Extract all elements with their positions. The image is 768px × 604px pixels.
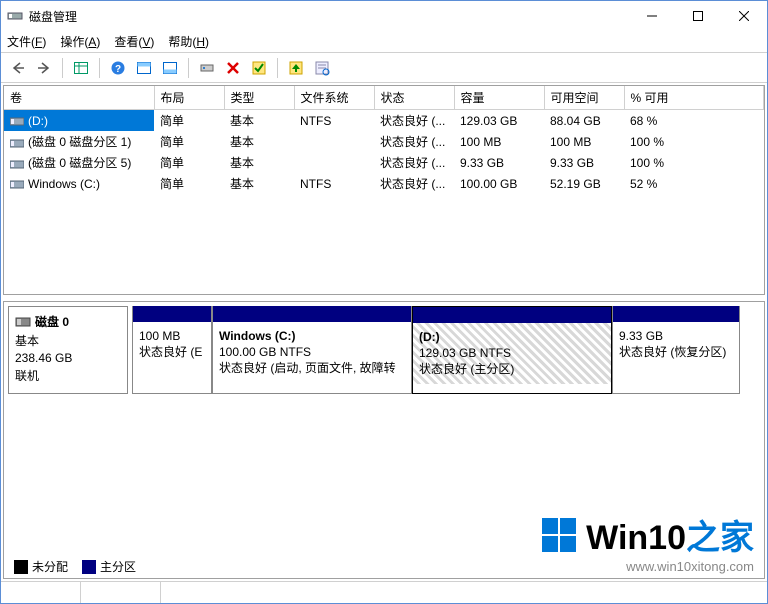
maximize-button[interactable] xyxy=(675,1,721,31)
menu-help[interactable]: 帮助(H) xyxy=(168,33,209,50)
window: 磁盘管理 文件(F) 操作(A) 查看(V) 帮助(H) ? xyxy=(0,0,768,604)
col-volume[interactable]: 卷 xyxy=(4,86,154,110)
col-free[interactable]: 可用空间 xyxy=(544,86,624,110)
disk-label: 磁盘 0 xyxy=(35,313,69,330)
table-row[interactable]: (D:)简单基本NTFS状态良好 (...129.03 GB88.04 GB68… xyxy=(4,110,764,132)
partition[interactable]: 100 MB状态良好 (E xyxy=(132,306,212,394)
help-button[interactable]: ? xyxy=(107,57,129,79)
view-bottom-button[interactable] xyxy=(159,57,181,79)
legend: 未分配 主分区 xyxy=(4,554,764,578)
forward-button[interactable] xyxy=(33,57,55,79)
partition[interactable]: Windows (C:)100.00 GB NTFS状态良好 (启动, 页面文件… xyxy=(212,306,412,394)
legend-swatch-unallocated xyxy=(14,560,28,574)
column-headers: 卷 布局 类型 文件系统 状态 容量 可用空间 % 可用 xyxy=(4,86,764,110)
table-row[interactable]: (磁盘 0 磁盘分区 5)简单基本状态良好 (...9.33 GB9.33 GB… xyxy=(4,152,764,173)
view-list-button[interactable] xyxy=(70,57,92,79)
partition-size: 129.03 GB NTFS xyxy=(419,345,605,361)
back-button[interactable] xyxy=(7,57,29,79)
drive-icon xyxy=(10,178,24,190)
legend-swatch-primary xyxy=(82,560,96,574)
menu-view[interactable]: 查看(V) xyxy=(114,33,154,50)
delete-button[interactable] xyxy=(222,57,244,79)
partition-status: 状态良好 (E xyxy=(139,344,205,360)
partition-header-bar xyxy=(213,306,411,322)
table-row[interactable]: (磁盘 0 磁盘分区 1)简单基本状态良好 (...100 MB100 MB10… xyxy=(4,131,764,152)
properties-button[interactable] xyxy=(311,57,333,79)
minimize-button[interactable] xyxy=(629,1,675,31)
menubar: 文件(F) 操作(A) 查看(V) 帮助(H) xyxy=(1,31,767,53)
legend-unallocated: 未分配 xyxy=(32,560,68,574)
table-row[interactable]: Windows (C:)简单基本NTFS状态良好 (...100.00 GB52… xyxy=(4,173,764,194)
partition-status: 状态良好 (主分区) xyxy=(419,361,605,377)
app-icon xyxy=(7,8,23,24)
disk-status: 联机 xyxy=(15,367,121,384)
drive-icon xyxy=(10,115,24,127)
svg-text:?: ? xyxy=(115,64,121,75)
settings-icon[interactable] xyxy=(196,57,218,79)
col-pct[interactable]: % 可用 xyxy=(624,86,764,110)
partition-status: 状态良好 (恢复分区) xyxy=(619,344,733,360)
view-top-button[interactable] xyxy=(133,57,155,79)
partition[interactable]: (D:)129.03 GB NTFS状态良好 (主分区) xyxy=(412,306,612,394)
statusbar xyxy=(1,581,767,603)
titlebar[interactable]: 磁盘管理 xyxy=(1,1,767,31)
disk-header[interactable]: 磁盘 0 基本 238.46 GB 联机 xyxy=(8,306,128,394)
partition-size: 9.33 GB xyxy=(619,328,733,344)
menu-action[interactable]: 操作(A) xyxy=(60,33,100,50)
legend-primary: 主分区 xyxy=(100,560,136,574)
partition[interactable]: 9.33 GB状态良好 (恢复分区) xyxy=(612,306,740,394)
col-capacity[interactable]: 容量 xyxy=(454,86,544,110)
partition-size: 100.00 GB NTFS xyxy=(219,344,405,360)
menu-file[interactable]: 文件(F) xyxy=(7,33,46,50)
disk-size: 238.46 GB xyxy=(15,351,121,365)
up-button[interactable] xyxy=(285,57,307,79)
volume-list[interactable]: 卷 布局 类型 文件系统 状态 容量 可用空间 % 可用 (D:)简单基本NTF… xyxy=(3,85,765,295)
disk-type: 基本 xyxy=(15,332,121,349)
drive-icon xyxy=(10,158,24,170)
col-layout[interactable]: 布局 xyxy=(154,86,224,110)
partition-size: 100 MB xyxy=(139,328,205,344)
partition-header-bar xyxy=(613,306,739,322)
col-status[interactable]: 状态 xyxy=(374,86,454,110)
partition-header-bar xyxy=(133,306,211,322)
disk-graphic-pane: 磁盘 0 基本 238.46 GB 联机 100 MB状态良好 (EWindow… xyxy=(3,301,765,579)
partition-title: (D:) xyxy=(419,329,605,345)
disk-row: 磁盘 0 基本 238.46 GB 联机 100 MB状态良好 (EWindow… xyxy=(4,302,764,398)
check-button[interactable] xyxy=(248,57,270,79)
partition-title: Windows (C:) xyxy=(219,328,405,344)
window-title: 磁盘管理 xyxy=(29,8,629,25)
drive-icon xyxy=(10,137,24,149)
partition-header-bar xyxy=(413,307,611,323)
disk-icon xyxy=(15,315,31,329)
col-fs[interactable]: 文件系统 xyxy=(294,86,374,110)
partition-status: 状态良好 (启动, 页面文件, 故障转 xyxy=(219,360,405,376)
col-type[interactable]: 类型 xyxy=(224,86,294,110)
toolbar: ? xyxy=(1,53,767,83)
close-button[interactable] xyxy=(721,1,767,31)
